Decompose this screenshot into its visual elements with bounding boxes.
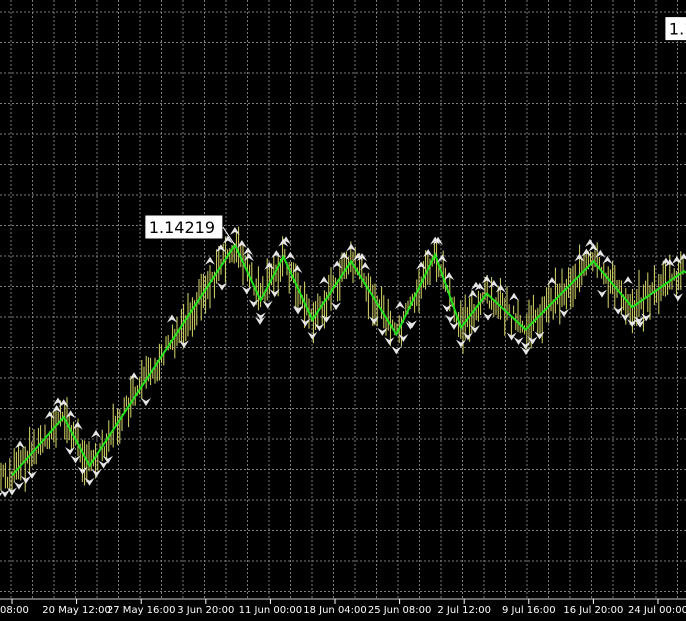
x-tick-label: 16 Jul 20:00: [563, 605, 623, 616]
x-tick-label: 27 May 16:00: [107, 605, 176, 616]
x-tick-label: 2 Jul 12:00: [437, 605, 491, 616]
x-tick-label: 20 May 12:00: [42, 605, 111, 616]
chart-background: [0, 0, 686, 621]
x-tick-label: 25 Jun 08:00: [368, 605, 432, 616]
x-tick-label: 24 Jul 00:00: [628, 605, 686, 616]
x-tick-label: 3 Jun 20:00: [177, 605, 234, 616]
x-tick-label: 08:00: [0, 605, 29, 616]
x-tick-label: 18 Jun 04:00: [303, 605, 367, 616]
price-chart: 1.14219 1.16258 08:00 20 May 12:0027 May 1…: [0, 0, 686, 621]
x-tick-label: 11 Jun 00:00: [239, 605, 303, 616]
price-label-text: 1.14219: [149, 218, 215, 237]
x-axis: 08:00 20 May 12:0027 May 16:00 3 Jun 20:00…: [0, 598, 686, 621]
x-tick-label: 9 Jul 16:00: [502, 605, 556, 616]
price-label-text: 1.16258: [669, 20, 686, 39]
